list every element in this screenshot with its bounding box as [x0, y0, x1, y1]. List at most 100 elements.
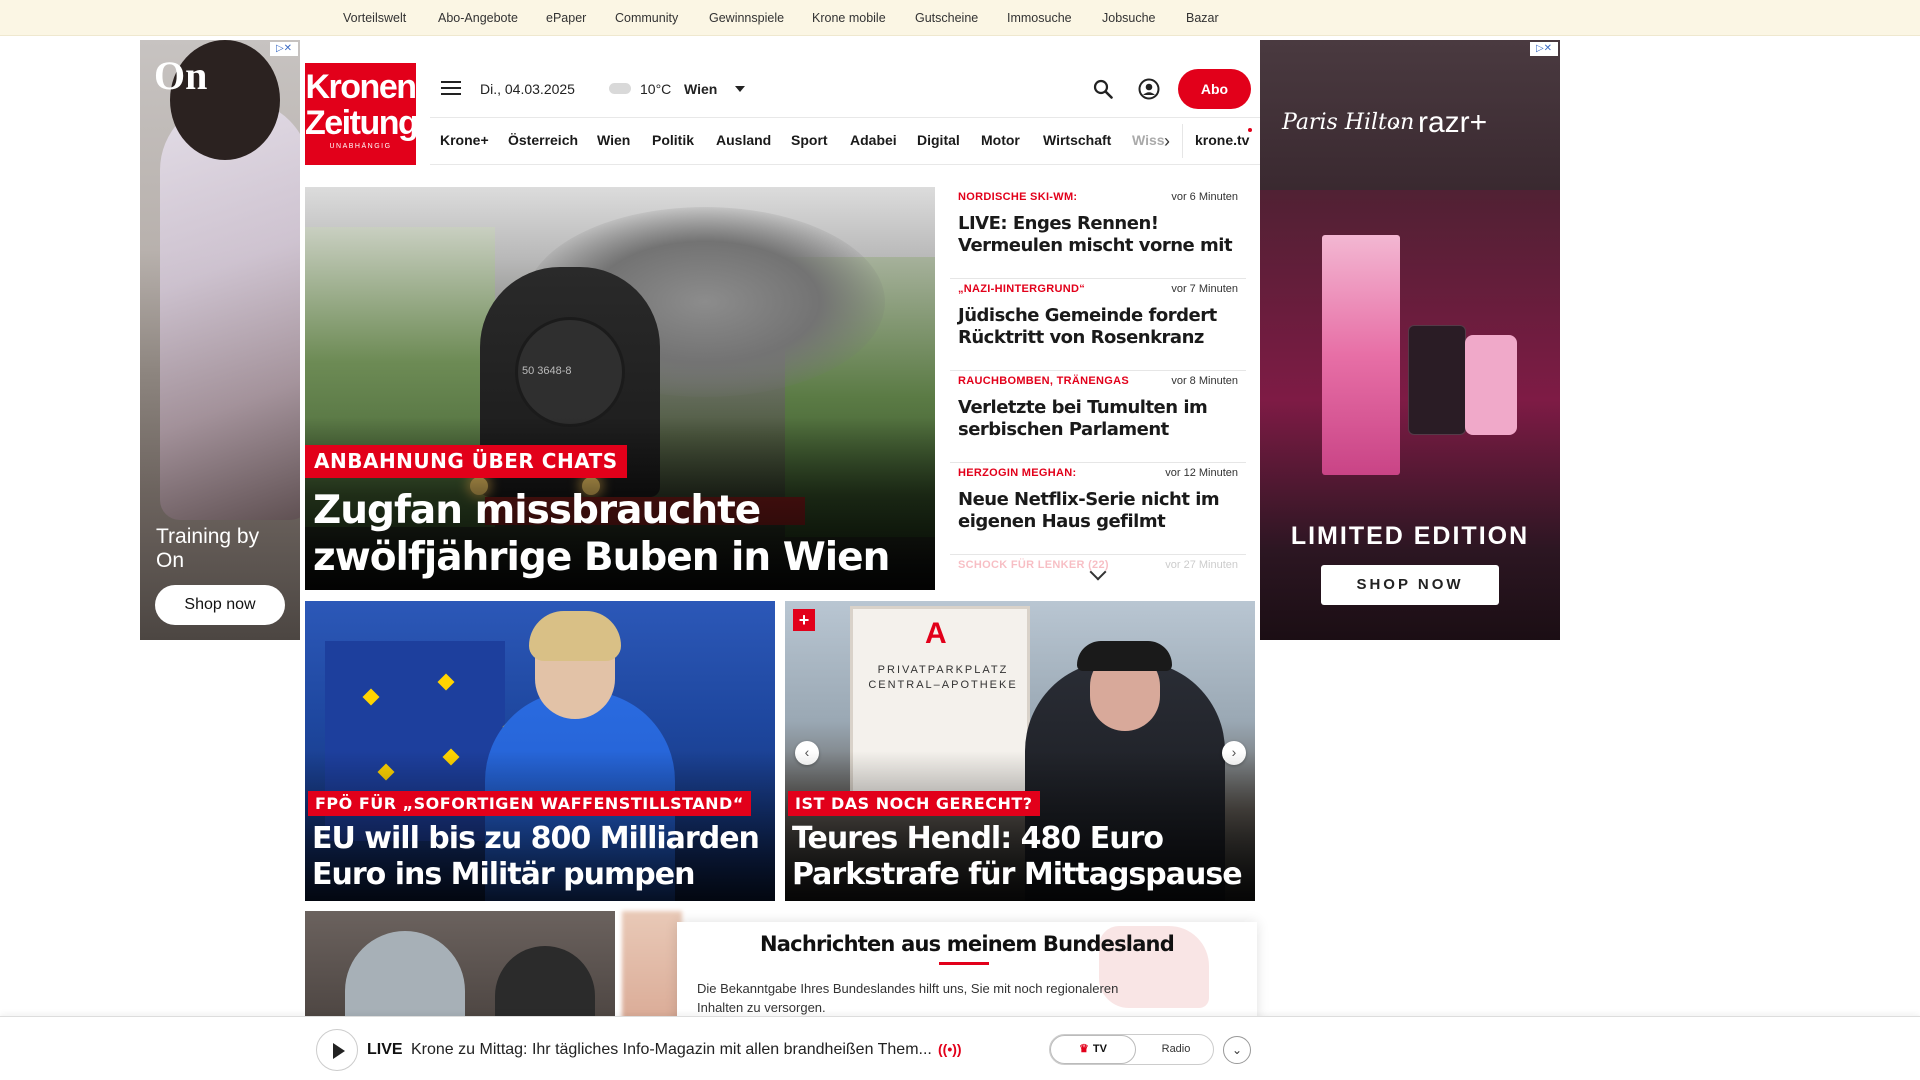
nav-item-wissen[interactable]: Wiss — [1132, 132, 1165, 148]
nav-item-wien[interactable]: Wien — [597, 132, 630, 148]
ticker-item[interactable]: RAUCHBOMBEN, TRÄNENGAS vor 8 Minuten Ver… — [950, 371, 1246, 463]
ticker-tag: NORDISCHE SKI-WM: — [958, 191, 1078, 203]
region-prompt-title: Nachrichten aus meinem Bundesland — [760, 932, 1175, 956]
nav-item-politik[interactable]: Politik — [652, 132, 694, 148]
ticker-time: vor 8 Minuten — [1171, 375, 1238, 387]
hamburger-menu-icon[interactable] — [441, 81, 461, 97]
main-navigation: Krone+ Österreich Wien Politik Ausland S… — [430, 117, 1260, 165]
nav-item-wirtschaft[interactable]: Wirtschaft — [1043, 132, 1111, 148]
weather-city-select[interactable]: Wien — [684, 81, 717, 97]
hero-kicker: ANBAHNUNG ÜBER CHATS — [305, 445, 627, 478]
broadcast-icon: ((•)) — [938, 1041, 962, 1057]
topbar-link-epaper[interactable]: ePaper — [546, 11, 586, 25]
live-indicator-dot — [1248, 128, 1252, 132]
on-logo: On — [154, 53, 208, 98]
ticker-item[interactable]: HERZOGIN MEGHAN: vor 12 Minuten Neue Net… — [950, 463, 1246, 555]
card-headline[interactable]: EU will bis zu 800 Milliarden Euro ins M… — [312, 821, 772, 893]
nav-divider — [1182, 124, 1183, 158]
sign-text-line-1: PRIVATPARKPLATZ — [877, 664, 1009, 676]
chevron-down-icon[interactable]: ⌄ — [1223, 1036, 1251, 1064]
current-date: Di., 04.03.2025 — [480, 81, 575, 97]
topbar-link-jobsuche[interactable]: Jobsuche — [1102, 11, 1156, 25]
nav-item-krone-plus[interactable]: Krone+ — [440, 132, 489, 148]
top-utility-bar: Vorteilswelt Abo-Angebote ePaper Communi… — [0, 0, 1920, 36]
search-icon[interactable] — [1093, 79, 1113, 99]
nav-item-motor[interactable]: Motor — [981, 132, 1020, 148]
ticker-title[interactable]: Verletzte bei Tumulten im serbischen Par… — [958, 397, 1243, 441]
media-switch: ♛ TV Radio — [1049, 1034, 1214, 1065]
ticker-tag: HERZOGIN MEGHAN: — [958, 467, 1077, 479]
logo-subline: UNABHÄNGIG — [329, 143, 392, 150]
ticker-tag: RAUCHBOMBEN, TRÄNENGAS — [958, 375, 1129, 387]
live-show-title[interactable]: Krone zu Mittag: Ihr tägliches Info-Maga… — [411, 1041, 932, 1059]
locomotive-number: 50 3648-8 — [522, 365, 572, 377]
card-kicker: IST DAS NOCH GERECHT? — [788, 791, 1040, 816]
logo-line-1: Kronen — [305, 68, 418, 106]
topbar-link-gutscheine[interactable]: Gutscheine — [915, 11, 978, 25]
ticker-tag: SCHOCK FÜR LENKER (22) — [958, 559, 1109, 571]
abo-button[interactable]: Abo — [1178, 69, 1251, 109]
ad-collab-x: × — [1392, 117, 1401, 133]
ad-phone-pink-image — [1465, 335, 1517, 435]
card-headline[interactable]: Teures Hendl: 480 Euro Parkstrafe für Mi… — [792, 821, 1252, 893]
ticker-item[interactable]: „NAZI-HINTERGRUND“ vor 7 Minuten Jüdisch… — [950, 279, 1246, 371]
hero-headline[interactable]: Zugfan missbrauchte zwölfjährige Buben i… — [313, 487, 923, 581]
nav-scroll-right-icon[interactable]: › — [1164, 131, 1170, 152]
right-skyscraper-ad[interactable]: Paris Hilton × razr+ ▷✕ LIMITED EDITION … — [1260, 40, 1560, 640]
account-icon[interactable] — [1138, 78, 1160, 100]
sign-text-line-2: CENTRAL–APOTHEKE — [868, 679, 1018, 691]
kronen-zeitung-logo[interactable]: Kronen Zeitung UNABHÄNGIG — [305, 63, 419, 165]
razr-logo: razr+ — [1418, 106, 1488, 139]
adchoices-icon[interactable]: ▷✕ — [1530, 42, 1558, 56]
nav-item-krone-tv[interactable]: krone.tv — [1195, 132, 1249, 148]
ad-model-image — [160, 100, 300, 520]
ticker-time: vor 7 Minuten — [1171, 283, 1238, 295]
topbar-link-gewinnspiele[interactable]: Gewinnspiele — [709, 11, 784, 25]
crown-icon: ♛ — [1079, 1043, 1089, 1055]
ticker-title[interactable]: Jüdische Gemeinde fordert Rücktritt von … — [958, 305, 1243, 349]
man-cap — [1077, 641, 1172, 671]
topbar-link-abo-angebote[interactable]: Abo-Angebote — [438, 11, 518, 25]
region-prompt-text: Die Bekanntgabe Ihres Bundeslandes hilft… — [697, 981, 1119, 1015]
live-player-bar: LIVE Krone zu Mittag: Ihr tägliches Info… — [0, 1016, 1920, 1080]
ad-shop-now-button[interactable]: Shop now — [155, 585, 285, 625]
nav-item-ausland[interactable]: Ausland — [716, 132, 771, 148]
ad-phone-image — [1408, 325, 1466, 435]
adchoices-icon[interactable]: ▷✕ — [270, 42, 298, 56]
news-ticker: NORDISCHE SKI-WM: vor 6 Minuten LIVE: En… — [940, 187, 1250, 587]
apotheke-logo: A — [925, 617, 947, 650]
nav-item-oesterreich[interactable]: Österreich — [508, 132, 578, 148]
krone-plus-icon: + — [793, 609, 815, 631]
weather-temperature: 10°C — [640, 81, 672, 97]
ticker-item[interactable]: NORDISCHE SKI-WM: vor 6 Minuten LIVE: En… — [950, 187, 1246, 279]
article-card-eu[interactable]: FPÖ FÜR „SOFORTIGEN WAFFENSTILLSTAND“ EU… — [305, 601, 775, 901]
nav-item-adabei[interactable]: Adabei — [850, 132, 897, 148]
article-card-parkstrafe[interactable]: A PRIVATPARKPLATZ CENTRAL–APOTHEKE + ‹ ›… — [785, 601, 1255, 901]
nav-item-digital[interactable]: Digital — [917, 132, 960, 148]
tv-tab-label: TV — [1092, 1043, 1107, 1055]
topbar-link-community[interactable]: Community — [615, 11, 678, 25]
tv-tab[interactable]: ♛ TV — [1050, 1035, 1136, 1064]
topbar-link-krone-mobile[interactable]: Krone mobile — [812, 11, 886, 25]
radio-tab[interactable]: Radio — [1138, 1035, 1214, 1064]
topbar-link-vorteilswelt[interactable]: Vorteilswelt — [343, 11, 406, 25]
left-skyscraper-ad[interactable]: On ▷✕ Training by On Shop now — [140, 40, 300, 640]
ticker-time: vor 6 Minuten — [1171, 191, 1238, 203]
play-button[interactable] — [316, 1029, 358, 1071]
ticker-tag: „NAZI-HINTERGRUND“ — [958, 283, 1086, 295]
chevron-down-icon[interactable] — [735, 86, 745, 92]
ticker-time: vor 27 Minuten — [1165, 559, 1238, 571]
card-kicker: FPÖ FÜR „SOFORTIGEN WAFFENSTILLSTAND“ — [308, 791, 751, 816]
live-label: LIVE — [367, 1041, 403, 1058]
nav-item-sport[interactable]: Sport — [791, 132, 828, 148]
ticker-title[interactable]: Neue Netflix-Serie nicht im eigenen Haus… — [958, 489, 1243, 533]
topbar-link-immosuche[interactable]: Immosuche — [1007, 11, 1072, 25]
topbar-link-bazar[interactable]: Bazar — [1186, 11, 1219, 25]
speaker-hair — [529, 611, 621, 661]
ad-shop-now-button[interactable]: SHOP NOW — [1321, 565, 1499, 605]
logo-line-2: Zeitung — [305, 104, 419, 142]
ad-tagline: Training by On — [156, 525, 260, 572]
weather-cloud-icon — [609, 83, 631, 94]
hero-article[interactable]: 50 3648-8 ANBAHNUNG ÜBER CHATS Zugfan mi… — [305, 187, 935, 590]
ticker-title[interactable]: LIVE: Enges Rennen! Vermeulen mischt vor… — [958, 213, 1243, 257]
